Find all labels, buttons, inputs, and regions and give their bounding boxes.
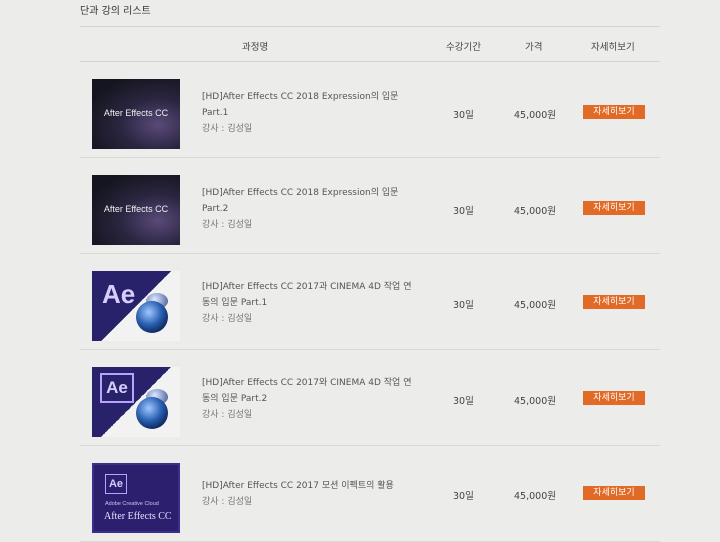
course-thumbnail[interactable]: After Effects CC [92,79,180,149]
course-period: 30일 [453,396,474,407]
course-lecturer: 강사 : 김성일 [202,497,253,507]
cinema4d-sphere-icon [136,397,168,429]
course-lecturer: 강사 : 김성일 [202,410,253,420]
table-row: After Effects CC [HD]After Effects CC 20… [80,158,660,254]
table-header: 과정명 수강기간 가격 자세히보기 [80,26,660,62]
column-header-period: 수강기간 [446,42,481,53]
course-thumbnail[interactable]: After Effects CC [92,175,180,245]
course-title[interactable]: [HD]After Effects CC 2018 Expression의 입문 [202,185,417,201]
course-thumbnail[interactable]: Ae Adobe Creative Cloud After Effects CC [92,463,180,533]
course-title-cont[interactable]: 동의 입문 Part.2 [202,391,417,407]
course-price: 45,000원 [514,300,556,311]
course-info: [HD]After Effects CC 2017 모션 이펙트의 활용 강사 … [202,478,417,510]
course-lecturer: 강사 : 김성일 [202,124,253,134]
column-header-detail: 자세히보기 [591,42,635,53]
course-table: 과정명 수강기간 가격 자세히보기 After Effects CC [HD]A… [80,26,660,542]
course-info: [HD]After Effects CC 2018 Expression의 입문… [202,89,417,137]
course-price: 45,000원 [514,110,556,121]
column-header-course: 과정명 [242,42,269,53]
detail-button[interactable]: 자세히보기 [583,201,645,215]
after-effects-logo-icon: Ae [102,279,136,309]
thumbnail-label: After Effects CC [103,204,169,214]
thumbnail-subtitle: Adobe Creative Cloud [105,501,159,507]
thumbnail-label: After Effects CC [104,511,172,522]
course-title[interactable]: [HD]After Effects CC 2018 Expression의 입문 [202,89,417,105]
course-title-cont[interactable]: Part.2 [202,201,417,217]
course-period: 30일 [453,491,474,502]
course-price: 45,000원 [514,491,556,502]
course-period: 30일 [453,300,474,311]
course-title-cont[interactable]: Part.1 [202,105,417,121]
course-thumbnail[interactable]: Ae [92,367,180,437]
detail-button[interactable]: 자세히보기 [583,295,645,309]
course-lecturer: 강사 : 김성일 [202,314,253,324]
course-lecturer: 강사 : 김성일 [202,220,253,230]
detail-button[interactable]: 자세히보기 [583,105,645,119]
table-row: Ae [HD]After Effects CC 2017과 CINEMA 4D … [80,254,660,350]
course-period: 30일 [453,110,474,121]
detail-button[interactable]: 자세히보기 [583,391,645,405]
course-title[interactable]: [HD]After Effects CC 2017 모션 이펙트의 활용 [202,478,417,494]
column-header-price: 가격 [525,42,543,53]
detail-button[interactable]: 자세히보기 [583,486,645,500]
cinema4d-sphere-icon [136,301,168,333]
after-effects-logo-icon: Ae [100,373,134,403]
course-info: [HD]After Effects CC 2017와 CINEMA 4D 작업 … [202,375,417,423]
course-price: 45,000원 [514,396,556,407]
thumbnail-label: After Effects CC [103,108,169,118]
course-period: 30일 [453,206,474,217]
course-title[interactable]: [HD]After Effects CC 2017과 CINEMA 4D 작업 … [202,279,417,295]
section-title: 단과 강의 리스트 [80,6,151,17]
after-effects-logo-icon: Ae [105,474,127,494]
course-info: [HD]After Effects CC 2017과 CINEMA 4D 작업 … [202,279,417,327]
table-row: Ae Adobe Creative Cloud After Effects CC… [80,446,660,542]
table-row: Ae [HD]After Effects CC 2017와 CINEMA 4D … [80,350,660,446]
course-info: [HD]After Effects CC 2018 Expression의 입문… [202,185,417,233]
course-title-cont[interactable]: 동의 입문 Part.1 [202,295,417,311]
course-price: 45,000원 [514,206,556,217]
table-row: After Effects CC [HD]After Effects CC 20… [80,62,660,158]
course-thumbnail[interactable]: Ae [92,271,180,341]
course-title[interactable]: [HD]After Effects CC 2017와 CINEMA 4D 작업 … [202,375,417,391]
